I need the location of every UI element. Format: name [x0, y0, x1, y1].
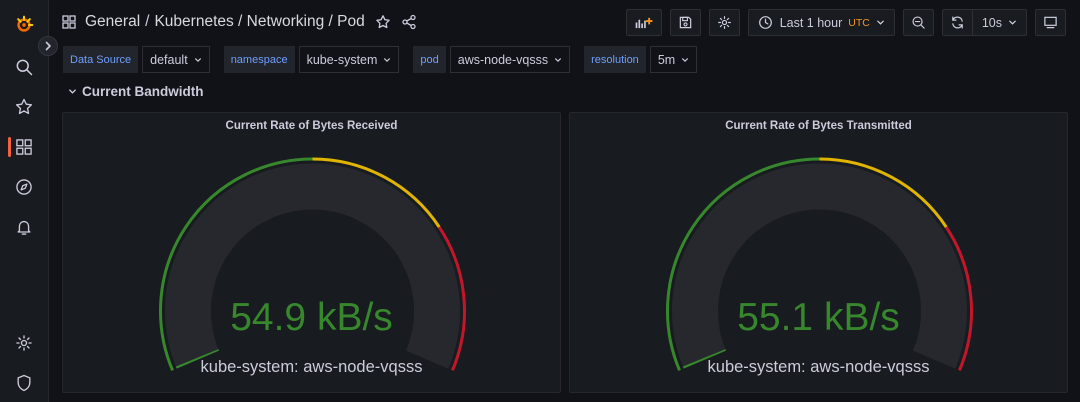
variable-label: Data Source	[63, 46, 139, 73]
dashboard-toolbar: Last 1 hour UTC 10s	[625, 9, 1066, 36]
top-navbar: General / Kubernetes / Networking / Pod	[49, 0, 1080, 44]
add-panel-icon	[635, 17, 653, 29]
row-title: Current Bandwidth	[82, 84, 204, 99]
search-icon[interactable]	[0, 49, 48, 85]
chevron-down-icon	[681, 56, 689, 64]
chevron-down-icon	[383, 56, 391, 64]
monitor-icon	[1044, 16, 1057, 29]
share-dashboard-icon[interactable]	[401, 14, 417, 30]
variable-resolution: resolution 5m	[584, 46, 698, 73]
variable-label: namespace	[223, 46, 295, 73]
template-variables: Data Source default namespace kube-syste…	[63, 46, 698, 73]
dashboard-title[interactable]: Kubernetes / Networking / Pod	[154, 13, 364, 31]
alerting-icon[interactable]	[0, 209, 48, 245]
refresh-button[interactable]	[941, 9, 972, 36]
configuration-icon[interactable]	[0, 325, 48, 361]
variable-value: 5m	[657, 52, 676, 67]
star-dashboard-icon[interactable]	[375, 14, 391, 30]
gauge-series-name: kube-system: aws-node-vqsss	[707, 358, 930, 376]
save-dashboard-button[interactable]	[669, 9, 701, 36]
gauge-value: 55.1 kB/s	[737, 296, 900, 339]
side-menu	[0, 0, 49, 402]
chevron-down-icon	[69, 89, 76, 94]
variable-select[interactable]: aws-node-vqsss	[449, 46, 571, 73]
gauge-value: 54.9 kB/s	[230, 296, 393, 339]
gauge-series-name: kube-system: aws-node-vqsss	[200, 358, 423, 376]
add-panel-button[interactable]	[625, 9, 662, 36]
variable-pod: pod aws-node-vqsss	[413, 46, 571, 73]
variable-label: pod	[413, 46, 446, 73]
gear-icon	[717, 16, 731, 29]
variable-select[interactable]: kube-system	[298, 46, 400, 73]
timezone-label: UTC	[848, 16, 870, 29]
refresh-interval-label: 10s	[981, 15, 1002, 30]
zoom-out-icon	[912, 16, 925, 29]
breadcrumb-folder[interactable]: General	[85, 13, 140, 31]
variable-namespace: namespace kube-system	[223, 46, 400, 73]
chevron-down-icon	[1008, 18, 1017, 27]
expand-menu-button[interactable]	[38, 36, 58, 56]
panel-title[interactable]: Current Rate of Bytes Transmitted	[570, 120, 1067, 132]
gauge-panel-transmitted[interactable]: Current Rate of Bytes Transmitted 55.1 k…	[569, 112, 1068, 393]
refresh-group: 10s	[941, 9, 1027, 36]
chevron-down-icon	[876, 18, 885, 27]
variable-label: resolution	[584, 46, 646, 73]
starred-icon[interactable]	[0, 89, 48, 125]
dashboards-icon[interactable]	[0, 129, 48, 165]
gauge-received	[159, 157, 466, 371]
gauge-transmitted	[666, 157, 973, 371]
variable-select[interactable]: 5m	[649, 46, 698, 73]
gauge-panel-received[interactable]: Current Rate of Bytes Received 54.9 kB/s…	[62, 112, 561, 393]
variable-value: default	[150, 52, 188, 67]
refresh-interval-picker[interactable]: 10s	[971, 9, 1027, 36]
grafana-app: General / Kubernetes / Networking / Pod	[0, 0, 1080, 402]
variable-select[interactable]: default	[142, 46, 210, 73]
dashboard-settings-button[interactable]	[708, 9, 740, 36]
breadcrumb: General / Kubernetes / Networking / Pod	[61, 13, 417, 31]
dashboard-grid-icon	[61, 14, 85, 30]
refresh-icon	[952, 16, 963, 29]
chevron-down-icon	[554, 56, 562, 64]
chevron-right-icon	[45, 41, 51, 51]
zoom-out-button[interactable]	[902, 9, 934, 36]
variable-value: kube-system	[306, 52, 378, 67]
view-mode-button[interactable]	[1035, 9, 1066, 36]
chevron-down-icon	[194, 56, 202, 64]
row-header[interactable]: Current Bandwidth	[68, 84, 204, 99]
save-icon	[679, 16, 691, 29]
time-picker-button[interactable]: Last 1 hour UTC	[747, 9, 895, 36]
shield-icon[interactable]	[0, 365, 48, 401]
panel-title[interactable]: Current Rate of Bytes Received	[63, 120, 560, 132]
explore-icon[interactable]	[0, 169, 48, 205]
variable-value: aws-node-vqsss	[457, 52, 549, 67]
time-range-label: Last 1 hour	[779, 15, 843, 30]
clock-icon	[758, 16, 772, 29]
breadcrumb-separator: /	[145, 13, 150, 30]
variable-datasource: Data Source default	[63, 46, 210, 73]
